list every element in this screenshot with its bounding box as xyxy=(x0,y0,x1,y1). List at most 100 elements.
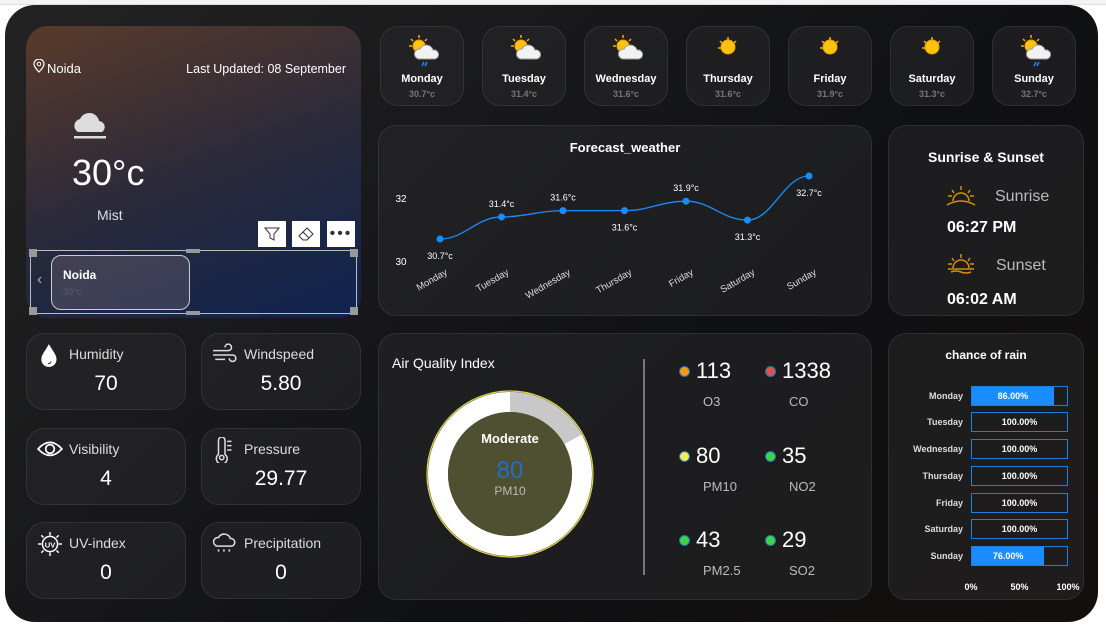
day-card-friday[interactable]: Friday 31.9°c xyxy=(788,26,872,106)
y-tick-label: 30 xyxy=(395,257,407,268)
x-tick-label: Tuesday xyxy=(474,267,511,295)
day-temp: 31.6°c xyxy=(714,89,742,99)
day-card-monday[interactable]: Monday 30.7°c xyxy=(380,26,464,106)
aqi-status: Moderate xyxy=(481,431,539,446)
rain-bar[interactable]: 100.00% xyxy=(971,439,1068,459)
data-point[interactable] xyxy=(436,235,444,243)
sun-icon xyxy=(820,37,839,55)
data-label: 31.9°c xyxy=(673,183,699,193)
pollutant-label: PM2.5 xyxy=(703,563,741,578)
aqi-value: 80 xyxy=(496,457,524,484)
svg-text:UV: UV xyxy=(45,540,56,549)
pollutant-label: PM10 xyxy=(703,479,737,494)
day-card-sunday[interactable]: Sunday 32.7°c xyxy=(992,26,1076,106)
metric-card-precipitation: Precipitation 0 xyxy=(201,522,361,599)
sun-cloud-rain-icon xyxy=(1021,35,1052,67)
metric-card-pressure: Pressure 29.77 xyxy=(201,428,361,505)
rain-day-label: Monday xyxy=(928,391,963,401)
sun-icon xyxy=(718,37,737,55)
pollutant-value: 113 xyxy=(696,358,732,383)
rain-value: 100.00% xyxy=(1001,498,1038,508)
y-tick-label: 32 xyxy=(395,194,407,205)
current-temp: 30°c xyxy=(72,152,145,193)
slicer-item-noida[interactable]: Noida 30°c xyxy=(51,255,190,310)
filter-button[interactable] xyxy=(258,221,286,247)
status-dot xyxy=(679,366,690,377)
day-card-wednesday[interactable]: Wednesday 31.6°c xyxy=(584,26,668,106)
metric-card-windspeed: Windspeed 5.80 xyxy=(201,333,361,410)
data-point[interactable] xyxy=(682,197,690,205)
x-tick-label: Friday xyxy=(667,267,696,290)
data-label: 30.7°c xyxy=(427,251,453,261)
rain-bar[interactable]: 100.00% xyxy=(971,466,1068,486)
data-point[interactable] xyxy=(805,172,813,180)
sun-cloud-rain-icon xyxy=(409,35,440,67)
rain-bar[interactable]: 100.00% xyxy=(971,493,1068,513)
data-label: 31.6°c xyxy=(550,193,576,203)
filter-icon xyxy=(263,227,281,241)
slicer-item-sub: 30°c xyxy=(63,287,82,297)
pollutant-label: CO xyxy=(789,394,809,409)
day-card-tuesday[interactable]: Tuesday 31.4°c xyxy=(482,26,566,106)
metric-label: UV-index xyxy=(69,535,126,551)
day-card-saturday[interactable]: Saturday 31.3°c xyxy=(890,26,974,106)
aqi-title: Air Quality Index xyxy=(392,355,495,371)
location-slicer[interactable]: ‹ Noida 30°c xyxy=(29,249,358,315)
rain-day-label: Friday xyxy=(935,498,963,508)
x-tick-label: Monday xyxy=(415,267,450,294)
day-name: Sunday xyxy=(1014,73,1054,85)
rain-value: 100.00% xyxy=(1001,524,1038,534)
status-dot xyxy=(765,366,776,377)
pollutant-value: 35 xyxy=(782,443,807,468)
rain-day-label: Saturday xyxy=(924,524,963,534)
data-label: 31.3°c xyxy=(735,232,761,242)
rain-value: 100.00% xyxy=(1001,471,1038,481)
status-dot xyxy=(679,535,690,546)
rain-day-label: Thursday xyxy=(922,471,963,481)
day-temp: 30.7°c xyxy=(408,89,436,99)
data-point[interactable] xyxy=(621,207,628,215)
aqi-pollutant: PM10 xyxy=(494,484,526,498)
thermometer-icon xyxy=(215,437,232,463)
day-temp: 31.3°c xyxy=(918,89,946,99)
location-pin-icon xyxy=(33,59,45,73)
data-label: 31.4°c xyxy=(489,199,515,209)
city-name: Noida xyxy=(47,61,81,76)
rain-bar[interactable]: 100.00% xyxy=(971,412,1068,432)
day-card-thursday[interactable]: Thursday 31.6°c xyxy=(686,26,770,106)
sun-cloud-icon xyxy=(511,35,542,60)
metric-value: 70 xyxy=(94,372,118,395)
chevron-left-icon[interactable]: ‹ xyxy=(37,271,42,289)
rain-axis-tick: 0% xyxy=(964,582,978,592)
metric-value: 5.80 xyxy=(260,372,302,395)
rain-day-label: Sunday xyxy=(930,551,963,561)
pollutant-value: 43 xyxy=(696,527,721,552)
rain-cloud-icon xyxy=(212,533,236,552)
more-options-button[interactable]: ••• xyxy=(327,221,355,247)
day-name: Saturday xyxy=(908,73,956,85)
divider xyxy=(643,359,645,575)
rain-value: 100.00% xyxy=(1001,417,1038,427)
rain-bar[interactable]: 86.00% xyxy=(971,386,1068,406)
sunrise-icon xyxy=(946,186,976,206)
rain-bar[interactable]: 100.00% xyxy=(971,519,1068,539)
metric-label: Windspeed xyxy=(244,346,315,362)
sunset-label: Sunset xyxy=(996,257,1046,274)
sunset-time: 06:02 AM xyxy=(947,291,1017,308)
day-temp: 31.6°c xyxy=(612,89,640,99)
data-label: 31.6°c xyxy=(612,223,638,233)
sun-title: Sunrise & Sunset xyxy=(928,149,1044,165)
rain-value: 100.00% xyxy=(1001,444,1038,454)
day-temp: 32.7°c xyxy=(1020,89,1048,99)
metric-value: 0 xyxy=(275,561,287,584)
droplet-icon xyxy=(41,344,57,367)
condition: Mist xyxy=(97,207,123,223)
day-temp: 31.4°c xyxy=(510,89,538,99)
data-point[interactable] xyxy=(498,213,505,221)
eye-icon xyxy=(37,441,63,457)
rain-title: chance of rain xyxy=(945,348,1027,362)
clear-button[interactable] xyxy=(292,221,320,247)
rain-bar[interactable]: 76.00% xyxy=(971,546,1068,566)
data-point[interactable] xyxy=(744,216,751,224)
data-point[interactable] xyxy=(559,207,567,215)
